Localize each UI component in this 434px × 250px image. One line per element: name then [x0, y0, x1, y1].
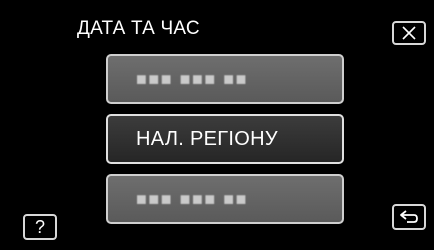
menu-item-label: НАЛ. РЕГІОНУ: [136, 127, 278, 150]
close-icon: [402, 26, 416, 40]
return-arrow-icon: [400, 210, 418, 223]
menu-item-label: ■■■ ■■■ ■■: [136, 68, 248, 89]
menu-item-3[interactable]: ■■■ ■■■ ■■: [106, 174, 344, 224]
help-button[interactable]: ?: [23, 214, 57, 240]
menu-item-label: ■■■ ■■■ ■■: [136, 188, 248, 209]
help-icon: ?: [34, 216, 45, 237]
page-title: ДАТА ТА ЧАС: [77, 18, 200, 39]
menu-item-region-setting[interactable]: НАЛ. РЕГІОНУ: [106, 114, 344, 164]
close-button[interactable]: [392, 21, 426, 45]
menu-item-1[interactable]: ■■■ ■■■ ■■: [106, 54, 344, 104]
back-button[interactable]: [392, 204, 426, 230]
date-time-menu-screen: ДАТА ТА ЧАС ■■■ ■■■ ■■ НАЛ. РЕГІОНУ ■■■ …: [0, 0, 434, 250]
